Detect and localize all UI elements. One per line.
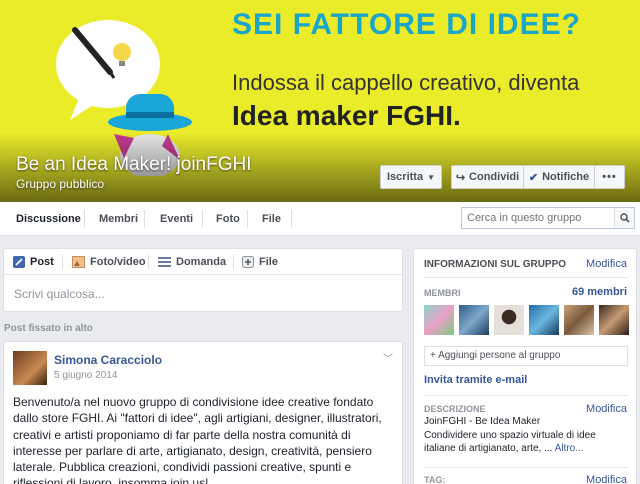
post-timestamp[interactable]: 5 giugno 2014 bbox=[54, 370, 117, 381]
tab-files[interactable]: File bbox=[262, 202, 281, 236]
group-info-panel: INFORMAZIONI SUL GRUPPO Modifica MEMBRI … bbox=[413, 248, 637, 484]
more-options-button[interactable]: ••• bbox=[595, 165, 625, 189]
group-description: JoinFGHI - Be Idea Maker Condividere uno… bbox=[424, 415, 628, 456]
composer-tab-divider bbox=[62, 255, 63, 269]
invite-email-link[interactable]: Invita tramite e-mail bbox=[424, 374, 527, 386]
tab-discussion[interactable]: Discussione bbox=[16, 202, 81, 236]
divider bbox=[424, 395, 628, 396]
tab-members[interactable]: Membri bbox=[99, 202, 138, 236]
edit-info-link[interactable]: Modifica bbox=[586, 258, 627, 270]
composer-tab-label: Post bbox=[30, 256, 54, 268]
composer-tab-label: Foto/video bbox=[90, 256, 146, 268]
list-icon bbox=[158, 257, 171, 267]
edit-tags-link[interactable]: Modifica bbox=[586, 474, 627, 484]
caret-down-icon: ▼ bbox=[427, 172, 435, 182]
divider bbox=[424, 467, 628, 468]
cover-headline: SEI FATTORE DI IDEE? bbox=[232, 8, 581, 41]
members-label: MEMBRI bbox=[424, 288, 461, 298]
more-link[interactable]: Altro... bbox=[555, 443, 584, 454]
edit-description-link[interactable]: Modifica bbox=[586, 403, 627, 415]
post-body: Benvenuto/a nel nuovo gruppo di condivis… bbox=[13, 395, 382, 484]
share-icon: ↪ bbox=[455, 171, 466, 184]
search-icon bbox=[619, 213, 630, 223]
composer-tab-photo-video[interactable]: Foto/video bbox=[72, 249, 146, 275]
composer-tab-divider bbox=[233, 255, 234, 269]
member-thumbnail[interactable] bbox=[599, 305, 629, 335]
member-thumbnail[interactable] bbox=[494, 305, 524, 335]
member-thumbnail[interactable] bbox=[529, 305, 559, 335]
share-label: Condividi bbox=[469, 171, 520, 183]
group-name[interactable]: Be an Idea Maker! joinFGHI bbox=[16, 154, 252, 176]
search-button[interactable] bbox=[614, 208, 634, 228]
composer-tabs: Post Foto/video Domanda File bbox=[4, 249, 402, 275]
search-input[interactable] bbox=[462, 208, 612, 228]
share-button[interactable]: ↪ Condividi bbox=[451, 165, 524, 189]
composer-tab-label: File bbox=[259, 256, 278, 268]
tab-divider bbox=[202, 210, 203, 228]
composer-tab-post[interactable]: Post bbox=[13, 249, 54, 275]
member-thumbnail[interactable] bbox=[564, 305, 594, 335]
chevron-down-icon[interactable]: ﹀ bbox=[383, 350, 393, 365]
tab-divider bbox=[144, 210, 145, 228]
add-members-input[interactable]: + Aggiungi persone al gruppo bbox=[424, 346, 628, 366]
member-thumbnail[interactable] bbox=[424, 305, 454, 335]
tab-divider bbox=[84, 210, 85, 228]
members-count[interactable]: 69 membri bbox=[572, 286, 627, 298]
file-icon bbox=[242, 256, 254, 268]
composer-tab-file[interactable]: File bbox=[242, 249, 278, 275]
description-label: DESCRIZIONE bbox=[424, 404, 486, 414]
divider bbox=[424, 277, 628, 278]
tab-divider bbox=[247, 210, 248, 228]
composer-tab-label: Domanda bbox=[176, 256, 227, 268]
tab-divider bbox=[291, 210, 292, 228]
pinned-post-label: Post fissato in alto bbox=[4, 323, 93, 334]
composer-input[interactable]: Scrivi qualcosa... bbox=[14, 287, 105, 301]
member-thumbnail[interactable] bbox=[459, 305, 489, 335]
composer-tab-divider bbox=[148, 255, 149, 269]
post-composer: Post Foto/video Domanda File Scrivi qual… bbox=[3, 248, 403, 312]
tags-label: TAG: bbox=[424, 475, 446, 484]
pencil-icon bbox=[13, 256, 25, 268]
photo-icon bbox=[72, 256, 85, 268]
cover-subline: Indossa il cappello creativo, diventa bbox=[232, 70, 580, 95]
notifications-button[interactable]: ✔ Notifiche bbox=[524, 165, 595, 189]
notifications-label: Notifiche bbox=[542, 171, 590, 183]
post-author[interactable]: Simona Caracciolo bbox=[54, 353, 162, 367]
cover-photo[interactable]: SEI FATTORE DI IDEE? Indossa il cappello… bbox=[0, 0, 640, 202]
description-line: JoinFGHI - Be Idea Maker bbox=[424, 416, 541, 427]
check-icon: ✔ bbox=[528, 171, 539, 184]
more-icon: ••• bbox=[602, 171, 617, 183]
joined-label: Iscritta bbox=[387, 171, 424, 183]
group-search bbox=[461, 207, 635, 229]
pinned-post: Simona Caracciolo 5 giugno 2014 ﹀ Benven… bbox=[3, 341, 403, 484]
tab-events[interactable]: Eventi bbox=[160, 202, 193, 236]
tab-photos[interactable]: Foto bbox=[216, 202, 240, 236]
composer-tab-question[interactable]: Domanda bbox=[158, 249, 226, 275]
cover-subline-bold: Idea maker FGHI. bbox=[232, 100, 461, 131]
author-avatar[interactable] bbox=[13, 351, 47, 385]
info-title: INFORMAZIONI SUL GRUPPO bbox=[424, 259, 567, 270]
joined-button[interactable]: Iscritta ▼ bbox=[380, 165, 442, 189]
group-privacy: Gruppo pubblico bbox=[16, 177, 105, 191]
